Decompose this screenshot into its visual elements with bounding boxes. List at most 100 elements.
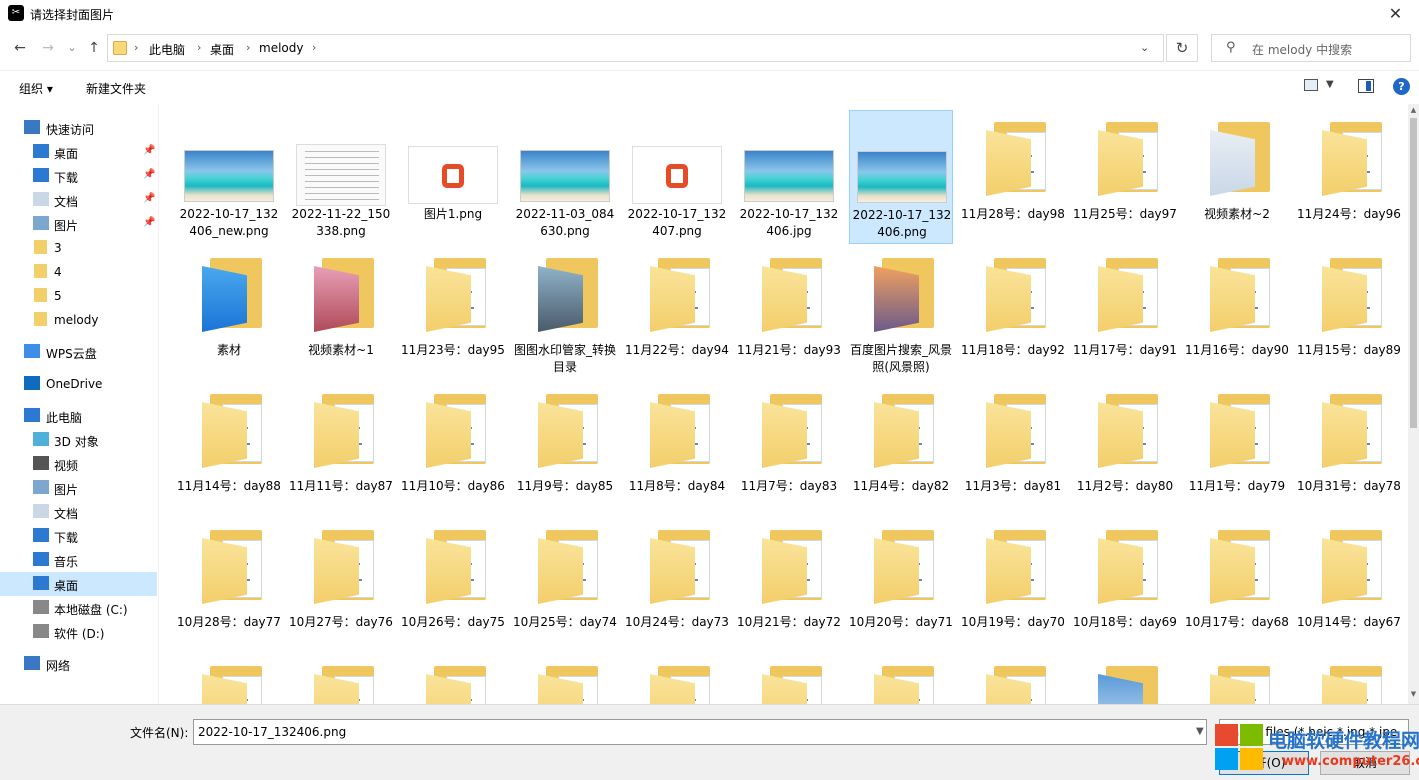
folder-item[interactable]: 视频素材~2 [1185,110,1289,244]
folder-item[interactable]: 10月19号：day70 [961,518,1065,652]
folder-item[interactable] [401,654,505,704]
new-folder-button[interactable]: 新建文件夹 [86,80,146,97]
sidebar-item[interactable]: 软件 (D:) [0,620,157,644]
folder-item[interactable]: 11月9号：day85 [513,382,617,516]
folder-item[interactable]: 10月21号：day72 [737,518,841,652]
sidebar-item[interactable]: 3 [0,236,157,260]
sidebar-item[interactable]: 3D 对象 [0,428,157,452]
sidebar-item[interactable]: 文档 [0,500,157,524]
sidebar-item[interactable]: WPS云盘 [0,340,157,364]
forward-button[interactable]: → [38,38,58,58]
scroll-down-icon[interactable]: ▼ [1408,690,1419,698]
view-options-icon[interactable] [1304,79,1318,91]
sidebar-item[interactable]: 视频 [0,452,157,476]
folder-item[interactable] [849,654,953,704]
view-dropdown-icon[interactable]: ▼ [1326,79,1334,90]
back-button[interactable]: ← [10,38,30,58]
sidebar-item[interactable]: 音乐 [0,548,157,572]
folder-item[interactable]: 素材 [177,246,281,380]
scroll-thumb[interactable] [1410,118,1417,428]
folder-item[interactable] [1297,654,1401,704]
chevron-down-icon[interactable]: ▼ [1196,726,1204,737]
file-item[interactable]: 2022-10-17_132406_new.png [177,110,281,244]
sidebar-item[interactable]: 此电脑 [0,404,157,428]
folder-item[interactable]: 11月17号：day91 [1073,246,1177,380]
breadcrumb-this-pc[interactable]: 此电脑 [149,41,185,58]
file-item[interactable]: 2022-10-17_132406.jpg [737,110,841,244]
folder-item[interactable]: 11月10号：day86 [401,382,505,516]
folder-item[interactable] [737,654,841,704]
recent-locations-button[interactable]: ⌄ [62,38,82,58]
folder-item[interactable]: 11月18号：day92 [961,246,1065,380]
vertical-scrollbar[interactable]: ▲ ▼ [1408,104,1419,704]
sidebar-item[interactable]: 图片 [0,476,157,500]
sidebar-item[interactable]: OneDrive [0,372,157,396]
sidebar-item[interactable]: 桌面 [0,572,157,596]
folder-item[interactable]: 11月1号：day79 [1185,382,1289,516]
folder-item[interactable] [289,654,393,704]
address-bar[interactable]: › 此电脑 › 桌面 › melody › [107,34,1164,62]
file-item[interactable]: 图片1.png [401,110,505,244]
folder-item[interactable]: 10月25号：day74 [513,518,617,652]
search-box[interactable]: ⚲ 在 melody 中搜索 [1211,34,1411,62]
sidebar-item[interactable]: 4 [0,260,157,284]
sidebar-item[interactable]: 快速访问 [0,116,157,140]
folder-item[interactable] [1185,654,1289,704]
folder-item[interactable]: 11月11号：day87 [289,382,393,516]
sidebar-item[interactable]: 图片 📌 [0,212,157,236]
sidebar-item[interactable]: 文档 📌 [0,188,157,212]
folder-item[interactable]: 11月28号：day98 [961,110,1065,244]
folder-item[interactable]: 10月17号：day68 [1185,518,1289,652]
folder-item[interactable]: 百度图片搜索_风景照(风景照) [849,246,953,380]
folder-item[interactable]: 11月24号：day96 [1297,110,1401,244]
search-input[interactable]: 在 melody 中搜索 [1252,41,1352,58]
folder-item[interactable]: 11月15号：day89 [1297,246,1401,380]
folder-item[interactable]: 10月14号：day67 [1297,518,1401,652]
folder-item[interactable] [513,654,617,704]
folder-item[interactable]: 11月21号：day93 [737,246,841,380]
filename-input[interactable]: 2022-10-17_132406.png ▼ [193,719,1207,745]
folder-item[interactable]: 10月18号：day69 [1073,518,1177,652]
folder-item[interactable] [177,654,281,704]
folder-item[interactable]: 10月26号：day75 [401,518,505,652]
refresh-button[interactable]: ↻ [1166,34,1198,62]
preview-pane-icon[interactable] [1358,79,1374,93]
folder-item[interactable] [625,654,729,704]
breadcrumb-desktop[interactable]: 桌面 [210,41,234,58]
folder-item[interactable]: 11月8号：day84 [625,382,729,516]
folder-item[interactable]: 11月25号：day97 [1073,110,1177,244]
address-dropdown-icon[interactable]: ⌄ [1140,41,1149,54]
folder-item[interactable]: 图图水印管家_转换目录 [513,246,617,380]
folder-item[interactable]: 11月2号：day80 [1073,382,1177,516]
folder-item[interactable]: 10月27号：day76 [289,518,393,652]
folder-item[interactable]: 11月22号：day94 [625,246,729,380]
folder-item[interactable]: 10月31号：day78 [1297,382,1401,516]
folder-item[interactable]: 11月3号：day81 [961,382,1065,516]
folder-item[interactable] [961,654,1065,704]
folder-item[interactable]: 11月23号：day95 [401,246,505,380]
folder-item[interactable] [1073,654,1177,704]
sidebar-item[interactable]: 桌面 📌 [0,140,157,164]
scroll-up-icon[interactable]: ▲ [1408,106,1419,114]
sidebar-item[interactable]: 网络 [0,652,157,676]
sidebar-item[interactable]: melody [0,308,157,332]
folder-item[interactable]: 11月16号：day90 [1185,246,1289,380]
sidebar-item[interactable]: 下载 📌 [0,164,157,188]
file-item[interactable]: 2022-10-17_132407.png [625,110,729,244]
sidebar-item[interactable]: 本地磁盘 (C:) [0,596,157,620]
file-item[interactable]: 2022-11-22_150338.png [289,110,393,244]
up-button[interactable]: ↑ [84,38,104,58]
folder-item[interactable]: 11月4号：day82 [849,382,953,516]
folder-item[interactable]: 10月20号：day71 [849,518,953,652]
close-button[interactable]: ✕ [1372,0,1419,28]
help-icon[interactable]: ? [1393,78,1410,95]
sidebar-item[interactable]: 5 [0,284,157,308]
sidebar-item[interactable]: 下载 [0,524,157,548]
breadcrumb-melody[interactable]: melody [259,41,303,55]
folder-item[interactable]: 10月28号：day77 [177,518,281,652]
folder-item[interactable]: 11月7号：day83 [737,382,841,516]
organize-button[interactable]: 组织 ▾ [19,80,53,97]
folder-item[interactable]: 11月14号：day88 [177,382,281,516]
folder-item[interactable]: 10月24号：day73 [625,518,729,652]
file-item[interactable]: 2022-10-17_132406.png [849,110,953,244]
